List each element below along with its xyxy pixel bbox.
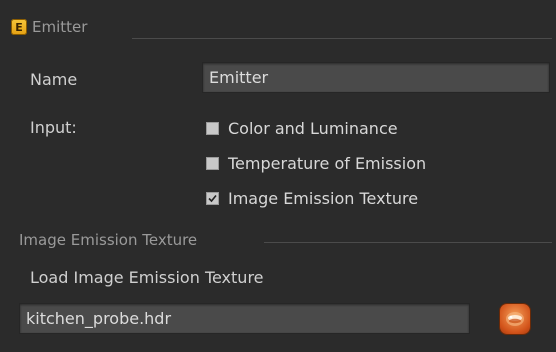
texture-browse-button[interactable]: [500, 304, 530, 334]
group-divider: [132, 38, 552, 39]
option-image-emission-texture[interactable]: Image Emission Texture: [206, 189, 418, 208]
option-temperature-emission[interactable]: Temperature of Emission: [206, 154, 426, 173]
checkbox-label: Image Emission Texture: [228, 189, 419, 208]
texture-file-input[interactable]: kitchen_probe.hdr: [19, 303, 470, 334]
input-label: Input:: [30, 118, 77, 137]
texture-browse-icon: [506, 312, 524, 326]
checkbox-temperature-emission[interactable]: [206, 157, 219, 170]
checkbox-image-emission-texture[interactable]: [206, 192, 219, 205]
emitter-badge-icon: E: [11, 19, 27, 35]
name-label: Name: [30, 70, 78, 89]
load-texture-label: Load Image Emission Texture: [30, 268, 264, 287]
texture-section-title: Image Emission Texture: [19, 231, 198, 249]
section-divider: [264, 242, 552, 243]
checkbox-label: Temperature of Emission: [228, 154, 427, 173]
checkbox-color-luminance[interactable]: [206, 122, 219, 135]
checkbox-label: Color and Luminance: [228, 119, 398, 138]
group-title: Emitter: [32, 18, 88, 36]
option-color-luminance[interactable]: Color and Luminance: [206, 119, 398, 138]
name-input[interactable]: Emitter: [202, 62, 550, 93]
emitter-group-header: E Emitter: [11, 16, 87, 38]
